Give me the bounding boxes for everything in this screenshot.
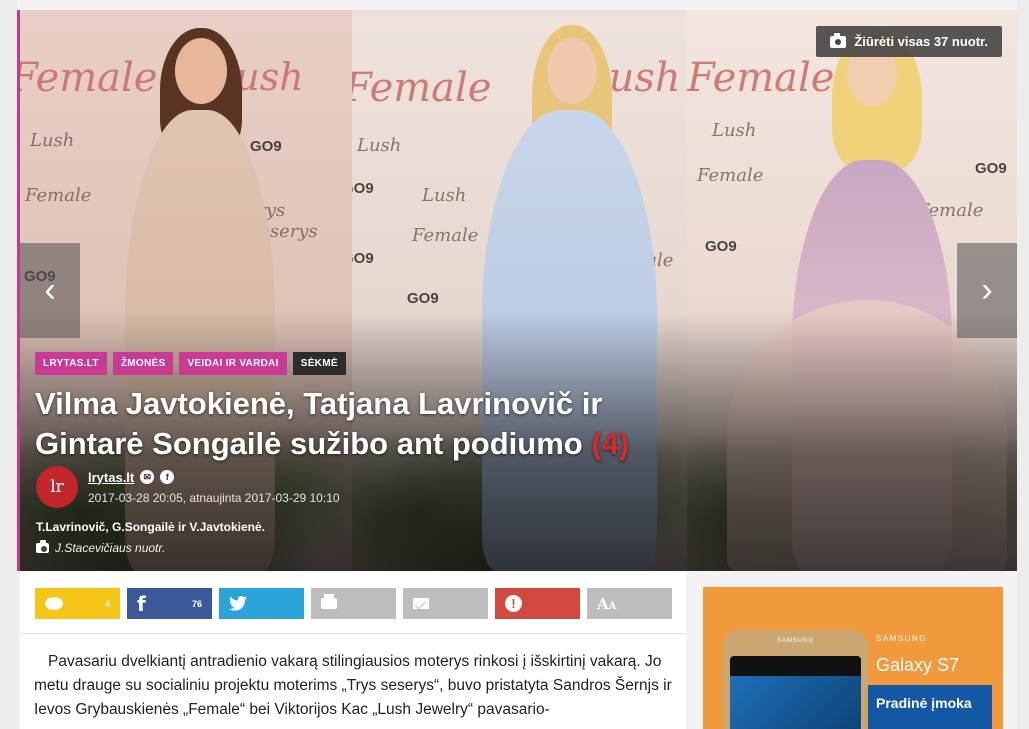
camera-icon: [830, 32, 847, 48]
backdrop-brand-text: Female: [352, 65, 492, 111]
tag-zmones[interactable]: ŽMONĖS: [112, 352, 174, 375]
ad-brand: SAMSUNG: [876, 634, 927, 643]
page: Female Lush Lush Female GO9 GO9 trys ses…: [0, 0, 1029, 729]
ad-model: Galaxy S7: [876, 655, 960, 675]
model-face: [175, 38, 227, 104]
backdrop-logo: GO9: [975, 160, 1007, 177]
backdrop-logo: Lush: [422, 185, 467, 206]
tag-sekme[interactable]: SĖKMĖ: [292, 352, 346, 375]
backdrop-logo: Female: [412, 225, 479, 246]
print-button[interactable]: [311, 588, 396, 619]
exclamation-icon: !: [505, 595, 522, 612]
ad-cta[interactable]: Pradinė įmoka: [868, 685, 992, 729]
article-body: Pavasariu dvelkiantį antradienio vakarą …: [20, 634, 686, 729]
photo-credit: J.Stacevičiaus nuotr.: [36, 540, 166, 555]
facebook-share-count: 76: [191, 598, 202, 609]
category-tags: LRYTAS.LT ŽMONĖS VEIDAI IR VARDAI SĖKMĖ: [35, 352, 346, 375]
phone-image: SAMSUNG: [723, 630, 868, 729]
backdrop-logo: Female: [697, 165, 764, 186]
article-title: Vilma Javtokienė, Tatjana Lavrinovič ir …: [35, 384, 675, 464]
samsung-advertisement[interactable]: SAMSUNG SAMSUNG Galaxy S7 Pradinė įmoka: [703, 587, 1003, 729]
next-photo-button[interactable]: ›: [957, 243, 1017, 338]
tag-veidai-ir-vardai[interactable]: VEIDAI IR VARDAI: [179, 352, 287, 375]
article-title-text: Vilma Javtokienė, Tatjana Lavrinovič ir …: [35, 386, 603, 461]
printer-icon: [321, 594, 337, 609]
backdrop-logo: Female: [25, 185, 92, 206]
view-all-photos-button[interactable]: Žiūrėti visas 37 nuotr.: [816, 26, 1002, 57]
facebook-share-button[interactable]: f 76: [127, 588, 212, 619]
camera-icon: [36, 540, 49, 553]
author-logo[interactable]: lr: [36, 466, 78, 508]
share-toolbar: 4 f 76 ! AA: [20, 572, 686, 634]
phone-screen: [730, 656, 861, 729]
backdrop-logo: Lush: [712, 120, 757, 141]
envelope-icon: [413, 598, 429, 609]
phone-brand-text: SAMSUNG: [776, 638, 815, 644]
backdrop-brand-text: Female: [687, 55, 835, 101]
photo-gallery[interactable]: Female Lush Lush Female GO9 GO9 trys ses…: [17, 10, 1017, 571]
comments-button[interactable]: 4: [35, 588, 120, 619]
speech-bubble-icon: [45, 597, 63, 610]
facebook-icon[interactable]: f: [160, 470, 175, 484]
previous-photo-button[interactable]: ‹: [20, 243, 80, 338]
article-paragraph: Pavasariu dvelkiantį antradienio vakarą …: [34, 653, 672, 718]
photo-credit-text: J.Stacevičiaus nuotr.: [55, 541, 166, 555]
comment-count-link[interactable]: (4): [591, 426, 629, 461]
author-block: lr lrytas.lt ✉ f 2017-03-28 20:05, atnau…: [36, 466, 340, 508]
backdrop-logo: GO9: [407, 290, 439, 307]
backdrop-brand-text: Female: [20, 55, 158, 101]
author-name-link[interactable]: lrytas.lt: [88, 470, 134, 485]
left-margin: [0, 0, 17, 729]
twitter-bird-icon: [229, 596, 247, 611]
view-all-photos-label: Žiūrėti visas 37 nuotr.: [854, 34, 988, 49]
right-margin: [1017, 0, 1029, 729]
font-size-icon: AA: [597, 594, 617, 613]
backdrop-logo: GO9: [352, 250, 374, 267]
backdrop-logo: GO9: [705, 238, 737, 255]
font-size-button[interactable]: AA: [587, 588, 672, 619]
chevron-left-icon: ‹: [44, 271, 56, 309]
photo-caption: T.Lavrinovič, G.Songailė ir V.Javtokienė…: [36, 520, 265, 534]
email-share-button[interactable]: [403, 588, 488, 619]
tag-lrytas[interactable]: LRYTAS.LT: [35, 352, 107, 375]
backdrop-logo: GO9: [250, 138, 282, 155]
backdrop-logo: Lush: [357, 135, 402, 156]
twitter-share-button[interactable]: [219, 588, 304, 619]
comments-count: 4: [104, 598, 110, 609]
email-icon[interactable]: ✉: [140, 470, 155, 484]
facebook-icon: f: [137, 591, 146, 616]
model-face: [547, 38, 597, 104]
publish-dates: 2017-03-28 20:05, atnaujinta 2017-03-29 …: [88, 490, 340, 505]
backdrop-logo: GO9: [352, 180, 374, 197]
chevron-right-icon: ›: [981, 271, 993, 309]
report-error-button[interactable]: !: [495, 588, 580, 619]
backdrop-logo: Lush: [30, 130, 75, 151]
